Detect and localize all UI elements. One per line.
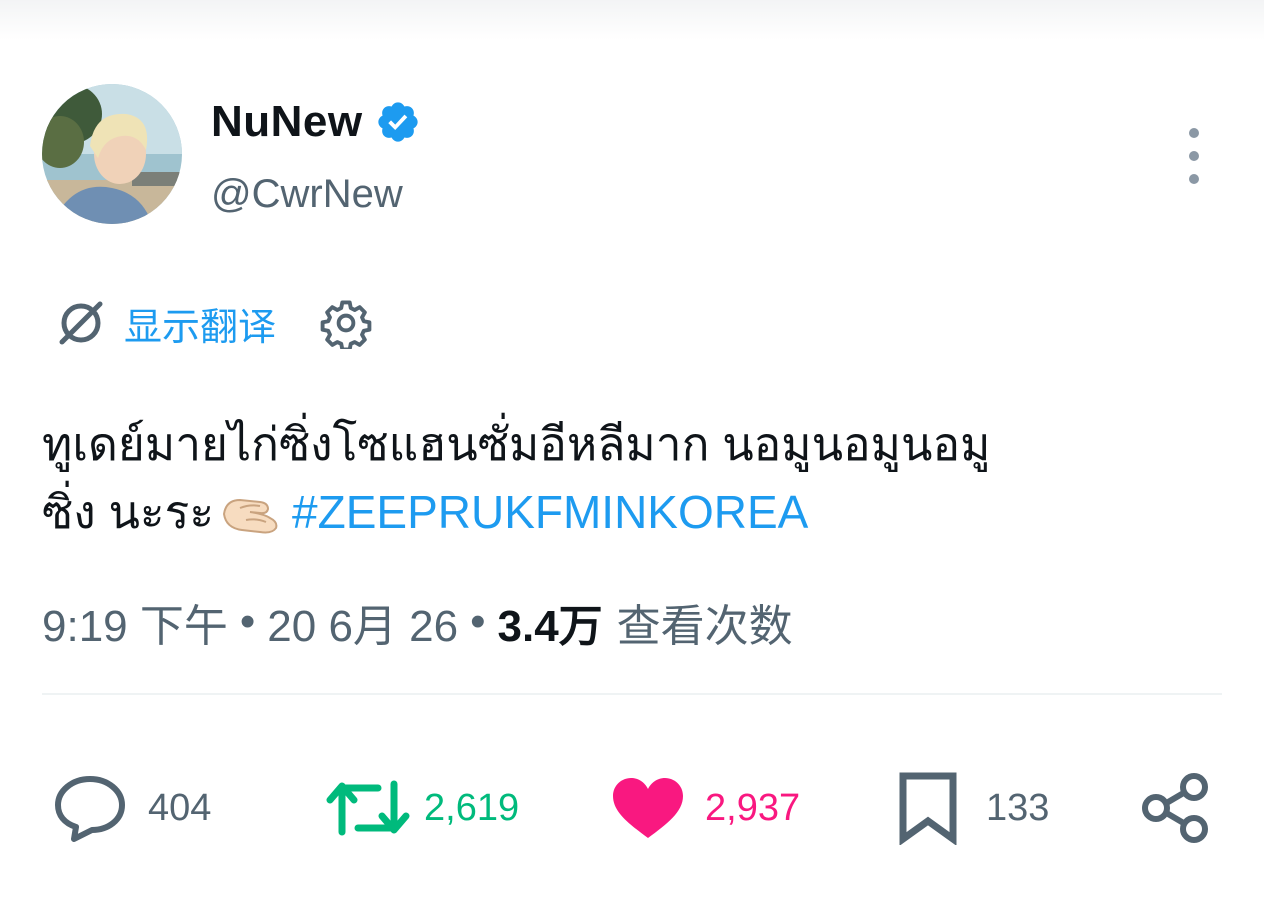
tweet-text-line-2: ซิ่ง นะระ #ZEEPRUKFMINKOREA xyxy=(42,478,1222,546)
hashtag-link[interactable]: #ZEEPRUKFMINKOREA xyxy=(292,486,808,538)
retweet-count: 2,619 xyxy=(424,786,520,829)
translate-bar: 显示翻译 xyxy=(54,293,372,353)
bookmark-icon xyxy=(899,772,957,845)
show-translation-link[interactable]: 显示翻译 xyxy=(124,296,276,351)
views-label: 查看次数 xyxy=(616,602,793,651)
reply-button[interactable]: 404 xyxy=(52,770,211,846)
tweet-text: ทูเดย์มายไก่ซิ่งโซแฮนซั่มอีหลีมาก นอมูนอ… xyxy=(42,410,1222,546)
avatar[interactable] xyxy=(42,84,182,224)
retweet-icon xyxy=(326,780,410,836)
meta-separator: • xyxy=(470,597,486,646)
gear-icon[interactable] xyxy=(320,297,372,349)
more-vertical-icon xyxy=(1189,128,1199,138)
more-options-button[interactable] xyxy=(1176,128,1212,184)
tweet-metadata: 9:19 下午 • 20 6月 26 • 3.4万 查看次数 xyxy=(42,590,793,654)
tweet-text-line-1: ทูเดย์มายไก่ซิ่งโซแฮนซั่มอีหลีมาก นอมูนอ… xyxy=(42,418,991,470)
retweet-button[interactable]: 2,619 xyxy=(326,770,519,846)
status-bar-area xyxy=(0,0,1264,40)
tweet-text-line-2-text: ซิ่ง นะระ xyxy=(42,486,215,538)
tweet-date[interactable]: 20 6月 26 xyxy=(267,590,458,654)
pinching-hand-emoji xyxy=(223,498,278,534)
translate-icon xyxy=(59,301,103,345)
tweet-time[interactable]: 9:19 下午 xyxy=(42,590,228,654)
author-handle[interactable]: @CwrNew xyxy=(211,172,403,217)
like-button[interactable]: 2,937 xyxy=(611,770,800,846)
more-vertical-icon-dot xyxy=(1189,174,1199,184)
like-count: 2,937 xyxy=(705,786,801,829)
bookmark-count: 133 xyxy=(986,786,1050,829)
verified-badge-icon xyxy=(377,102,418,142)
reply-count: 404 xyxy=(148,786,212,829)
bookmark-button[interactable]: 133 xyxy=(898,770,1049,846)
author-name-row: NuNew xyxy=(211,94,421,150)
more-vertical-icon-dot xyxy=(1189,151,1199,161)
author-display-name[interactable]: NuNew xyxy=(211,97,363,147)
share-button[interactable] xyxy=(1138,770,1214,846)
meta-separator: • xyxy=(239,597,256,646)
views-count: 3.4万 xyxy=(497,602,603,651)
share-icon xyxy=(1142,773,1208,843)
divider xyxy=(42,693,1222,695)
reply-icon xyxy=(55,776,125,842)
heart-icon xyxy=(613,778,683,838)
